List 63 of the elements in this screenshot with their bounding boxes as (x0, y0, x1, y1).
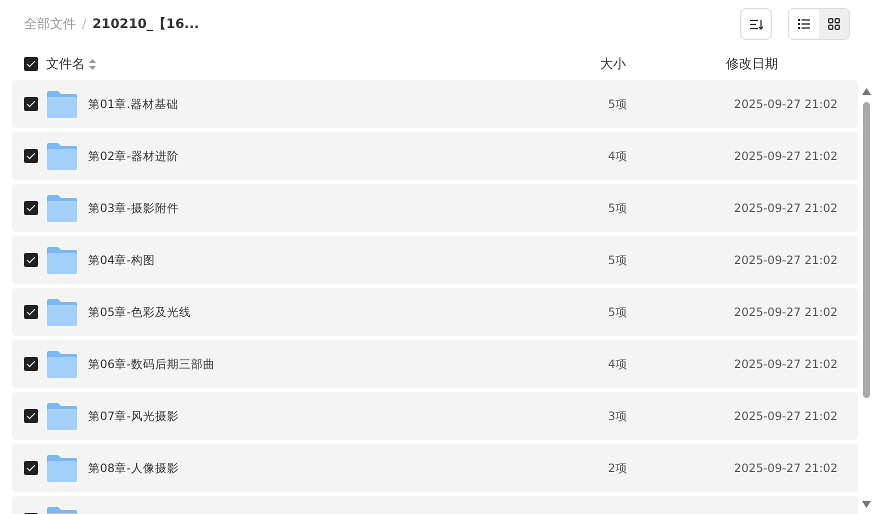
file-row[interactable]: 第06章-数码后期三部曲 4项 2025-09-27 21:02 (12, 340, 858, 388)
item-count: 5项 (608, 304, 628, 320)
folder-icon (47, 90, 77, 118)
modified-date: 2025-09-27 21:02 (734, 409, 839, 423)
folder-icon (47, 142, 77, 170)
scroll-down-icon[interactable] (862, 501, 871, 508)
file-row[interactable]: 第04章-构图 5项 2025-09-27 21:02 (12, 236, 858, 284)
column-header: 修改日期 (726, 56, 779, 73)
scroll-up-icon[interactable] (862, 88, 871, 95)
file-name: 第08章-人像摄影 (88, 460, 180, 476)
file-row[interactable]: 第01章.器材基础 5项 2025-09-27 21:02 (12, 80, 858, 128)
sort-arrows-icon[interactable] (89, 58, 96, 70)
row-checkbox[interactable] (24, 357, 38, 371)
file-name: 第02章-器材进阶 (88, 148, 180, 164)
folder-icon (47, 454, 77, 482)
modified-date: 2025-09-27 21:02 (734, 305, 839, 319)
item-count: 4项 (608, 356, 628, 372)
row-checkbox[interactable] (24, 461, 38, 475)
item-count: 5项 (608, 252, 628, 268)
file-name: 第06章-数码后期三部曲 (88, 356, 216, 372)
file-name: 第05章-色彩及光线 (88, 304, 192, 320)
item-count: 4项 (608, 148, 628, 164)
row-checkbox[interactable] (24, 253, 38, 267)
list-icon (798, 19, 810, 29)
file-row[interactable]: 第05章-色彩及光线 5项 2025-09-27 21:02 (12, 288, 858, 336)
item-count: 5项 (608, 200, 628, 216)
folder-icon (47, 194, 77, 222)
row-checkbox[interactable] (24, 149, 38, 163)
file-name: 第04章-构图 (88, 252, 156, 268)
modified-date: 2025-09-27 21:02 (734, 97, 839, 111)
row-checkbox[interactable] (24, 97, 38, 111)
row-checkbox[interactable] (24, 201, 38, 215)
item-count: 5项 (608, 96, 628, 112)
sort-icon (750, 18, 762, 30)
file-name: 第03章-摄影附件 (88, 200, 180, 216)
modified-date: 2025-09-27 21:02 (734, 201, 839, 215)
sort-button[interactable] (740, 8, 772, 40)
modified-date: 2025-09-27 21:02 (734, 253, 839, 267)
file-name: 第07章-风光摄影 (88, 408, 180, 424)
file-row[interactable]: 第03章-摄影附件 5项 2025-09-27 21:02 (12, 184, 858, 232)
folder-icon (47, 402, 77, 430)
item-count: 3项 (608, 408, 628, 424)
modified-date: 2025-09-27 21:02 (734, 149, 839, 163)
breadcrumb-separator: / (82, 16, 86, 32)
select-all-checkbox[interactable] (24, 57, 38, 71)
grid-icon (828, 18, 840, 30)
modified-date: 2025-09-27 21:02 (734, 357, 839, 371)
item-count: 2项 (608, 460, 628, 476)
folder-icon (47, 246, 77, 274)
row-checkbox[interactable] (24, 409, 38, 423)
file-row[interactable]: 第08章-人像摄影 2项 2025-09-27 21:02 (12, 444, 858, 492)
modified-date: 2025-09-27 21:02 (734, 461, 839, 475)
row-checkbox[interactable] (24, 305, 38, 319)
grid-view-button[interactable] (819, 9, 849, 39)
column-header: 大小 (600, 56, 627, 73)
folder-icon (47, 298, 77, 326)
scrollbar-thumb[interactable] (863, 102, 870, 398)
breadcrumb-current: 210210_【16... (92, 16, 200, 33)
file-name: 第01章.器材基础 (88, 96, 180, 112)
folder-icon (47, 350, 77, 378)
file-row[interactable]: 第02章-器材进阶 4项 2025-09-27 21:02 (12, 132, 858, 180)
column-header[interactable]: 文件名 (46, 55, 85, 73)
file-row[interactable]: 第07章-风光摄影 3项 2025-09-27 21:02 (12, 392, 858, 440)
